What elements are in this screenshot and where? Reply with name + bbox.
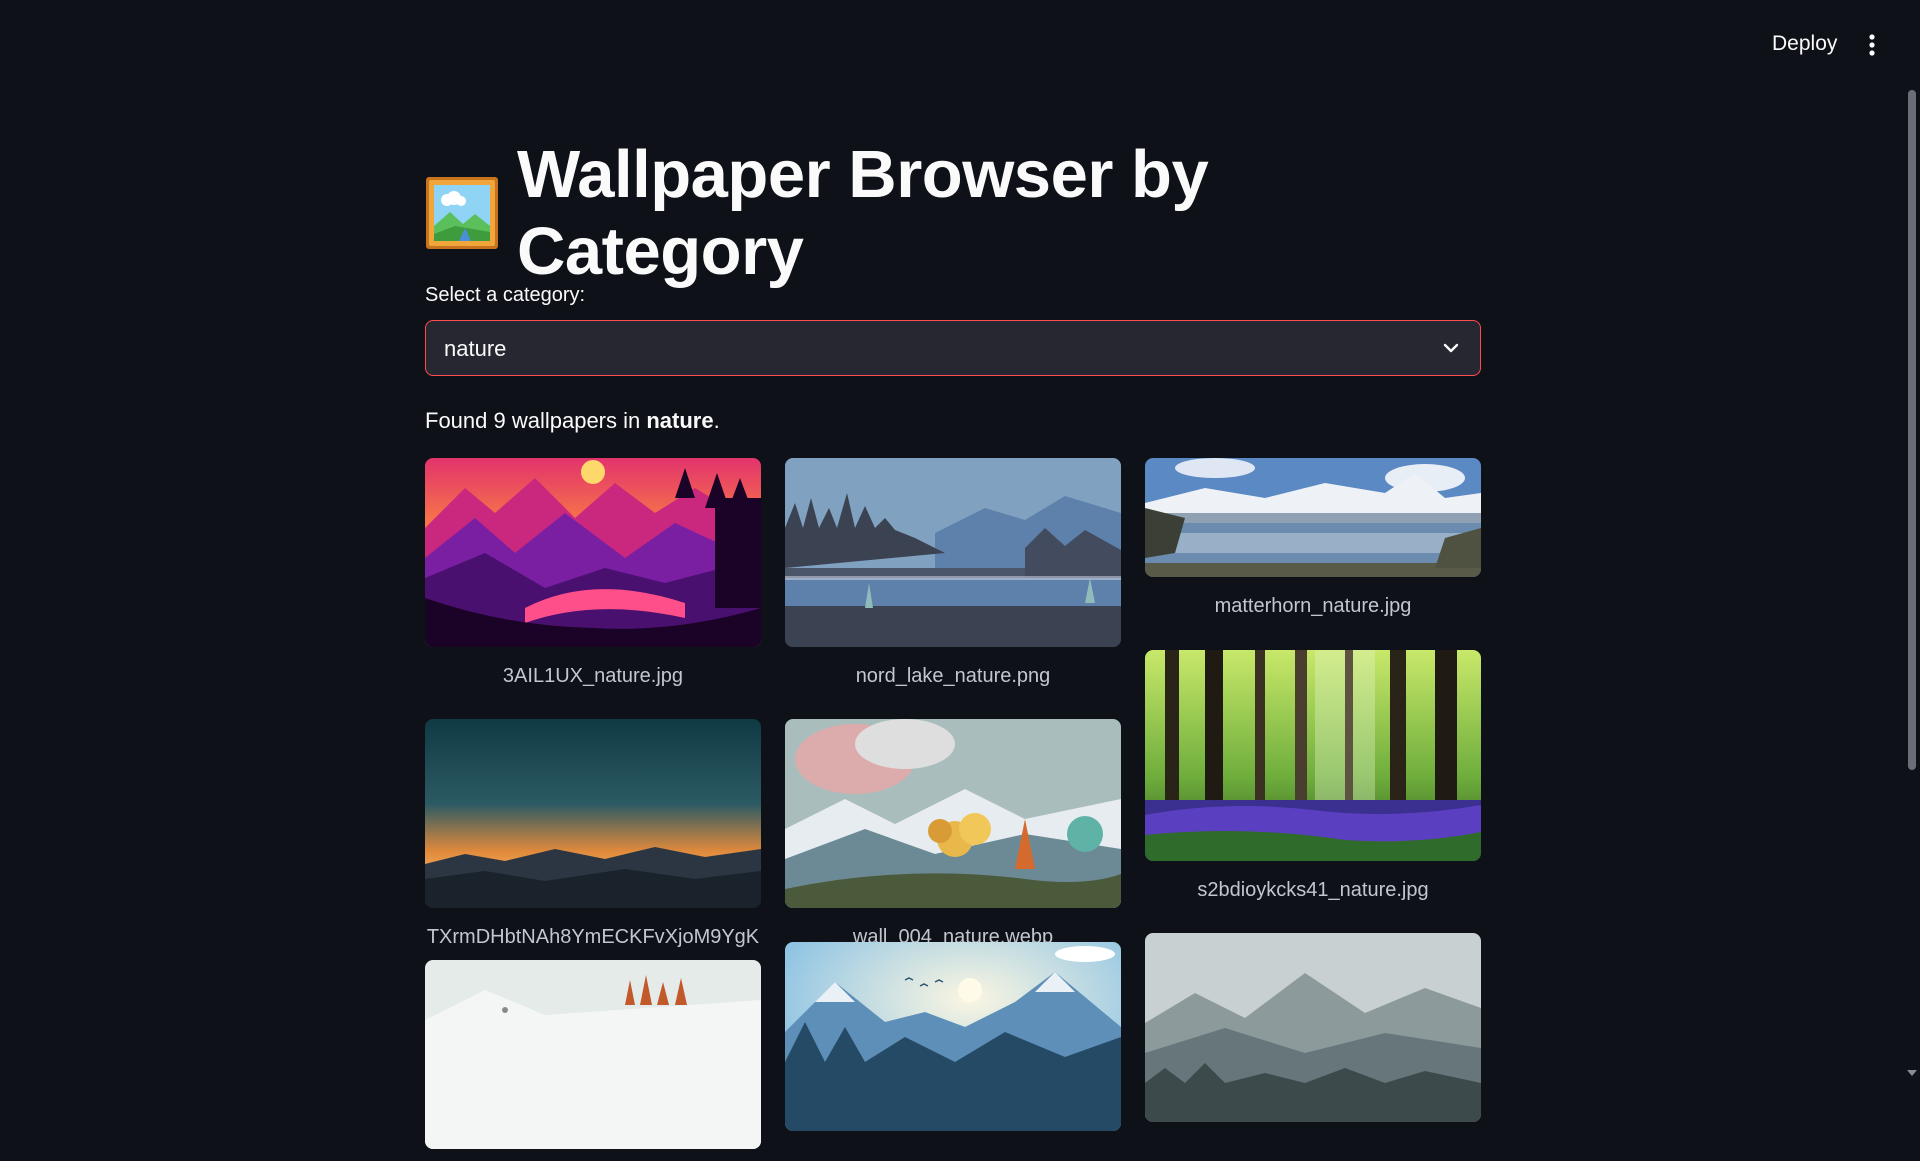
scrollbar-thumb[interactable]	[1908, 90, 1916, 770]
framed-picture-icon	[426, 177, 498, 249]
deploy-button[interactable]: Deploy	[1756, 28, 1853, 60]
main-content: Wallpaper Browser by Category Select a c…	[425, 137, 1481, 1149]
page-scrollbar[interactable]	[1904, 0, 1920, 1080]
wallpaper-filename: 3AIL1UX_nature.jpg	[502, 665, 684, 687]
vertical-ellipsis-icon	[1869, 34, 1875, 56]
wallpaper-thumbnail[interactable]	[1145, 650, 1481, 861]
page-title: Wallpaper Browser by Category	[425, 137, 1481, 289]
wallpaper-card[interactable]	[1145, 933, 1481, 1134]
wallpaper-card[interactable]: nord_lake_nature.png	[785, 458, 1121, 693]
category-select[interactable]: nature	[425, 320, 1481, 376]
results-summary: Found 9 wallpapers in nature.	[425, 406, 1481, 436]
results-summary-prefix: Found 9 wallpapers in	[425, 408, 647, 433]
wallpaper-card[interactable]: TXrmDHbtNAh8YmECKFvXjoM9YgKFUALe1Prc70Iu…	[425, 719, 761, 988]
wallpaper-thumbnail[interactable]	[785, 942, 1121, 1131]
wallpaper-grid: 3AIL1UX_nature.jpg nord_lake_nature.png …	[425, 458, 1481, 1149]
wallpaper-card[interactable]: matterhorn_nature.jpg	[1145, 458, 1481, 623]
wallpaper-thumbnail[interactable]	[425, 960, 761, 1149]
wallpaper-card[interactable]	[425, 960, 761, 1161]
wallpaper-thumbnail[interactable]	[425, 719, 761, 908]
wallpaper-thumbnail[interactable]	[425, 458, 761, 647]
page-title-text: Wallpaper Browser by Category	[517, 137, 1209, 289]
app-header: Deploy	[0, 0, 1920, 88]
wallpaper-thumbnail[interactable]	[785, 458, 1121, 647]
wallpaper-card[interactable]: s2bdioykcks41_nature.jpg	[1145, 650, 1481, 907]
category-select-value: nature	[444, 336, 507, 361]
wallpaper-thumbnail[interactable]	[1145, 933, 1481, 1122]
main-menu-button[interactable]	[1852, 28, 1892, 62]
wallpaper-filename: s2bdioykcks41_nature.jpg	[1197, 879, 1429, 901]
wallpaper-filename: matterhorn_nature.jpg	[1214, 595, 1412, 617]
wallpaper-filename: nord_lake_nature.png	[855, 665, 1051, 687]
wallpaper-card[interactable]: wall_004_nature.webp	[785, 719, 1121, 954]
wallpaper-card[interactable]	[785, 942, 1121, 1143]
results-summary-suffix: .	[713, 408, 720, 433]
wallpaper-thumbnail[interactable]	[785, 719, 1121, 908]
wallpaper-card[interactable]: 3AIL1UX_nature.jpg	[425, 458, 761, 693]
wallpaper-thumbnail[interactable]	[1145, 458, 1481, 577]
results-summary-category: nature	[646, 408, 714, 433]
chevron-down-icon	[1443, 343, 1459, 353]
scroll-down-arrow[interactable]	[1907, 1070, 1917, 1076]
